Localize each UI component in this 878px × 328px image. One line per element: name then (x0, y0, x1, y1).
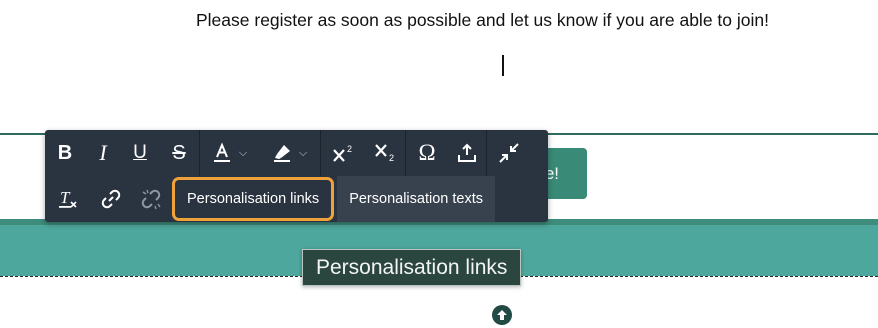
subscript-button[interactable]: 2 (365, 130, 405, 176)
svg-text:T: T (60, 188, 71, 207)
insert-link-button[interactable] (91, 176, 131, 222)
bold-icon: B (57, 141, 73, 164)
editor-paragraph[interactable]: Please register as soon as possible and … (196, 10, 769, 31)
unlink-button[interactable] (131, 176, 171, 222)
highlight-color-button[interactable]: ⌵ (258, 130, 320, 176)
text-color-icon (213, 142, 230, 162)
toolbar-row-1: B I U S ⌵ ⌵ 2 2 Ω (45, 130, 530, 176)
underline-icon: U (133, 142, 147, 163)
toolbar-row-2: T Personalisation links Personalisation … (45, 176, 495, 222)
collapse-arrows-icon (498, 143, 519, 163)
special-character-button[interactable]: Ω (406, 130, 448, 176)
unlink-icon (141, 189, 161, 210)
svg-text:2: 2 (347, 144, 352, 154)
chevron-down-icon: ⌵ (298, 146, 308, 159)
underline-button[interactable]: U (121, 130, 159, 176)
tooltip: Personalisation links (302, 249, 522, 286)
arrow-up-circle-icon[interactable] (492, 305, 512, 325)
strikethrough-button[interactable]: S (159, 130, 199, 176)
svg-text:2: 2 (389, 153, 394, 163)
omega-icon: Ω (418, 140, 436, 165)
rich-text-toolbar: B I U S ⌵ ⌵ 2 2 Ω T Personalisation link… (45, 130, 548, 222)
bold-button[interactable]: B (45, 130, 85, 176)
italic-button[interactable]: I (85, 130, 121, 176)
clear-formatting-icon: T (59, 188, 77, 208)
personalisation-texts-label: Personalisation texts (349, 191, 483, 207)
clear-formatting-button[interactable]: T (45, 176, 91, 222)
superscript-button[interactable]: 2 (321, 130, 365, 176)
strikethrough-icon: S (172, 141, 186, 164)
collapse-button[interactable] (487, 130, 530, 176)
text-color-button[interactable]: ⌵ (200, 130, 258, 176)
superscript-icon: 2 (333, 144, 352, 162)
tooltip-text: Personalisation links (316, 255, 508, 279)
subscript-icon: 2 (375, 144, 394, 163)
upload-button[interactable] (448, 130, 486, 176)
personalisation-links-label: Personalisation links (187, 191, 320, 207)
chevron-down-icon: ⌵ (238, 146, 248, 159)
text-caret (502, 55, 504, 76)
highlighter-icon (273, 145, 290, 162)
italic-icon: I (99, 140, 107, 165)
personalisation-texts-button[interactable]: Personalisation texts (337, 176, 495, 222)
upload-icon (458, 143, 476, 162)
link-icon (101, 189, 121, 209)
personalisation-links-button[interactable]: Personalisation links (175, 180, 332, 218)
